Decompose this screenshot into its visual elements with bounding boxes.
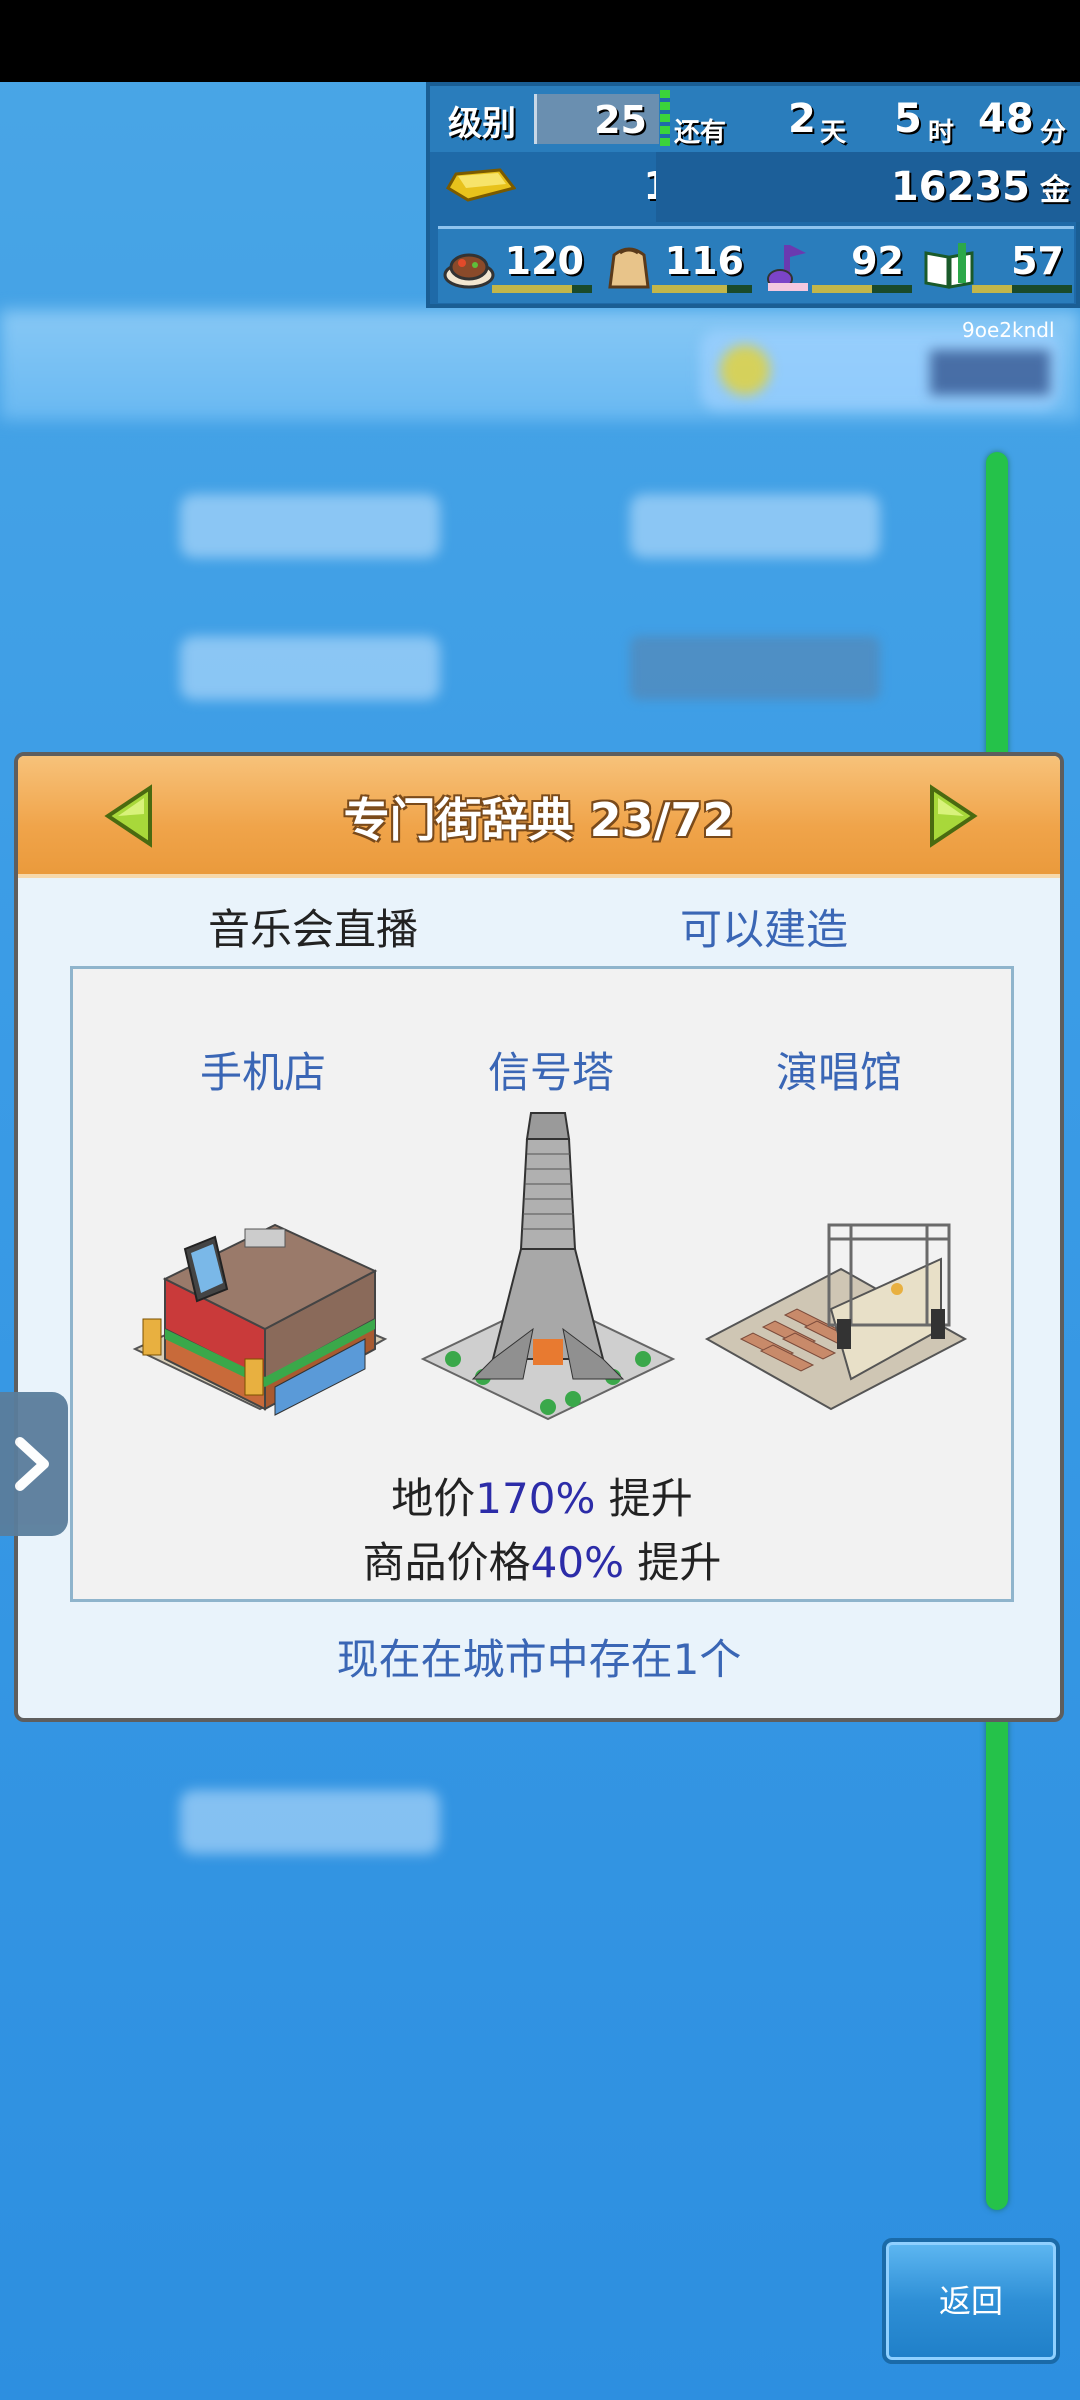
background-row (630, 494, 880, 558)
effect-land-suffix: 提升 (595, 1474, 693, 1523)
existing-count-text: 现在在城市中存在1个 (336, 1635, 742, 1684)
hud-level-row: 级别 25 还有 2 天 5 时 48 分 (430, 86, 1080, 152)
stat-goods: 116 (602, 233, 752, 299)
game-screen: 级别 25 还有 2 天 5 时 48 分 1 16235金 (0, 0, 1080, 2400)
money-value: 16235 (890, 164, 1030, 210)
goods-bag-icon (608, 247, 650, 289)
player-code: 9oe2kndl (962, 318, 1055, 342)
effect-land-prefix: 地价 (391, 1474, 476, 1523)
music-note-icon (767, 245, 808, 291)
stat-music-value: 92 (851, 239, 904, 283)
progress-dots (660, 90, 670, 146)
ingredient-signal-tower-label: 信号塔 (487, 1048, 614, 1097)
background-coin-icon (720, 345, 770, 395)
stat-music: 92 (762, 233, 912, 299)
hours-unit: 时 (928, 118, 955, 148)
hours-value: 5 (894, 96, 922, 142)
time-remaining: 还有 2 天 5 时 48 分 (670, 92, 1070, 148)
gold-bar-icon (446, 168, 516, 202)
building-name: 音乐会直播 (208, 905, 419, 954)
background-row (180, 636, 440, 700)
dialog-header: 专门街辞典 23/72 (18, 756, 1060, 878)
money-display: 16235 金 (891, 164, 1070, 210)
concert-hall-sprite (704, 1223, 968, 1411)
status-bar (0, 0, 1080, 82)
ingredient-concert-hall-label: 演唱馆 (775, 1048, 902, 1097)
hud-stats-row: 120 116 92 57 (438, 226, 1074, 303)
stat-food-value: 120 (504, 239, 584, 283)
level-value: 25 (594, 98, 647, 142)
book-icon (924, 243, 974, 289)
money-unit: 金 (1040, 173, 1070, 208)
hud-currency-row: 1 16235金 (430, 152, 1080, 222)
street-dictionary-dialog: 专门街辞典 23/72 音乐会直播 可以建造 手机店 信号塔 演唱馆 地价170… (14, 752, 1064, 1722)
effect-price-prefix: 商品价格 (362, 1538, 531, 1587)
stat-study-value: 57 (1011, 239, 1064, 283)
build-status: 可以建造 (680, 905, 849, 954)
background-label (930, 350, 1050, 395)
background-row (180, 1790, 440, 1854)
signal-tower-sprite (420, 1112, 676, 1421)
effect-land-pct: 170% (475, 1474, 596, 1523)
effect-land-price: 地价170% 提升 (73, 1465, 1011, 1526)
effect-goods-price: 商品价格40% 提升 (73, 1529, 1011, 1590)
stat-goods-value: 116 (664, 239, 744, 283)
next-arrow-button[interactable] (922, 784, 982, 848)
background-row (630, 636, 880, 700)
money-area: 16235 金 (656, 152, 1080, 222)
stat-music-bar (812, 285, 912, 293)
stat-food-bar (492, 285, 592, 293)
side-drawer-tab[interactable] (0, 1392, 68, 1536)
food-icon (443, 253, 495, 289)
hud-panel: 级别 25 还有 2 天 5 时 48 分 1 16235金 (426, 82, 1080, 308)
effect-price-suffix: 提升 (624, 1538, 722, 1587)
days-value: 2 (788, 96, 816, 142)
minutes-value: 48 (978, 96, 1034, 142)
combination-panel: 手机店 信号塔 演唱馆 地价170% 提升 商品价格40% 提升 (70, 966, 1014, 1602)
phone-shop-sprite (132, 1223, 388, 1416)
stat-food: 120 (442, 233, 592, 299)
background-row (180, 494, 440, 558)
level-box: 25 (534, 94, 659, 144)
effect-price-pct: 40% (530, 1538, 624, 1587)
time-prefix: 还有 (674, 118, 727, 148)
stat-goods-bar (652, 285, 752, 293)
days-unit: 天 (820, 118, 847, 148)
level-label: 级别 (448, 104, 516, 144)
back-button[interactable]: 返回 (882, 2238, 1060, 2364)
ingredient-phone-shop-label: 手机店 (199, 1048, 326, 1097)
stat-study-bar (972, 285, 1072, 293)
chevron-right-icon (15, 1437, 49, 1491)
minutes-unit: 分 (1040, 118, 1067, 148)
dialog-title: 专门街辞典 23/72 (343, 793, 735, 847)
stat-study: 57 (922, 233, 1072, 299)
